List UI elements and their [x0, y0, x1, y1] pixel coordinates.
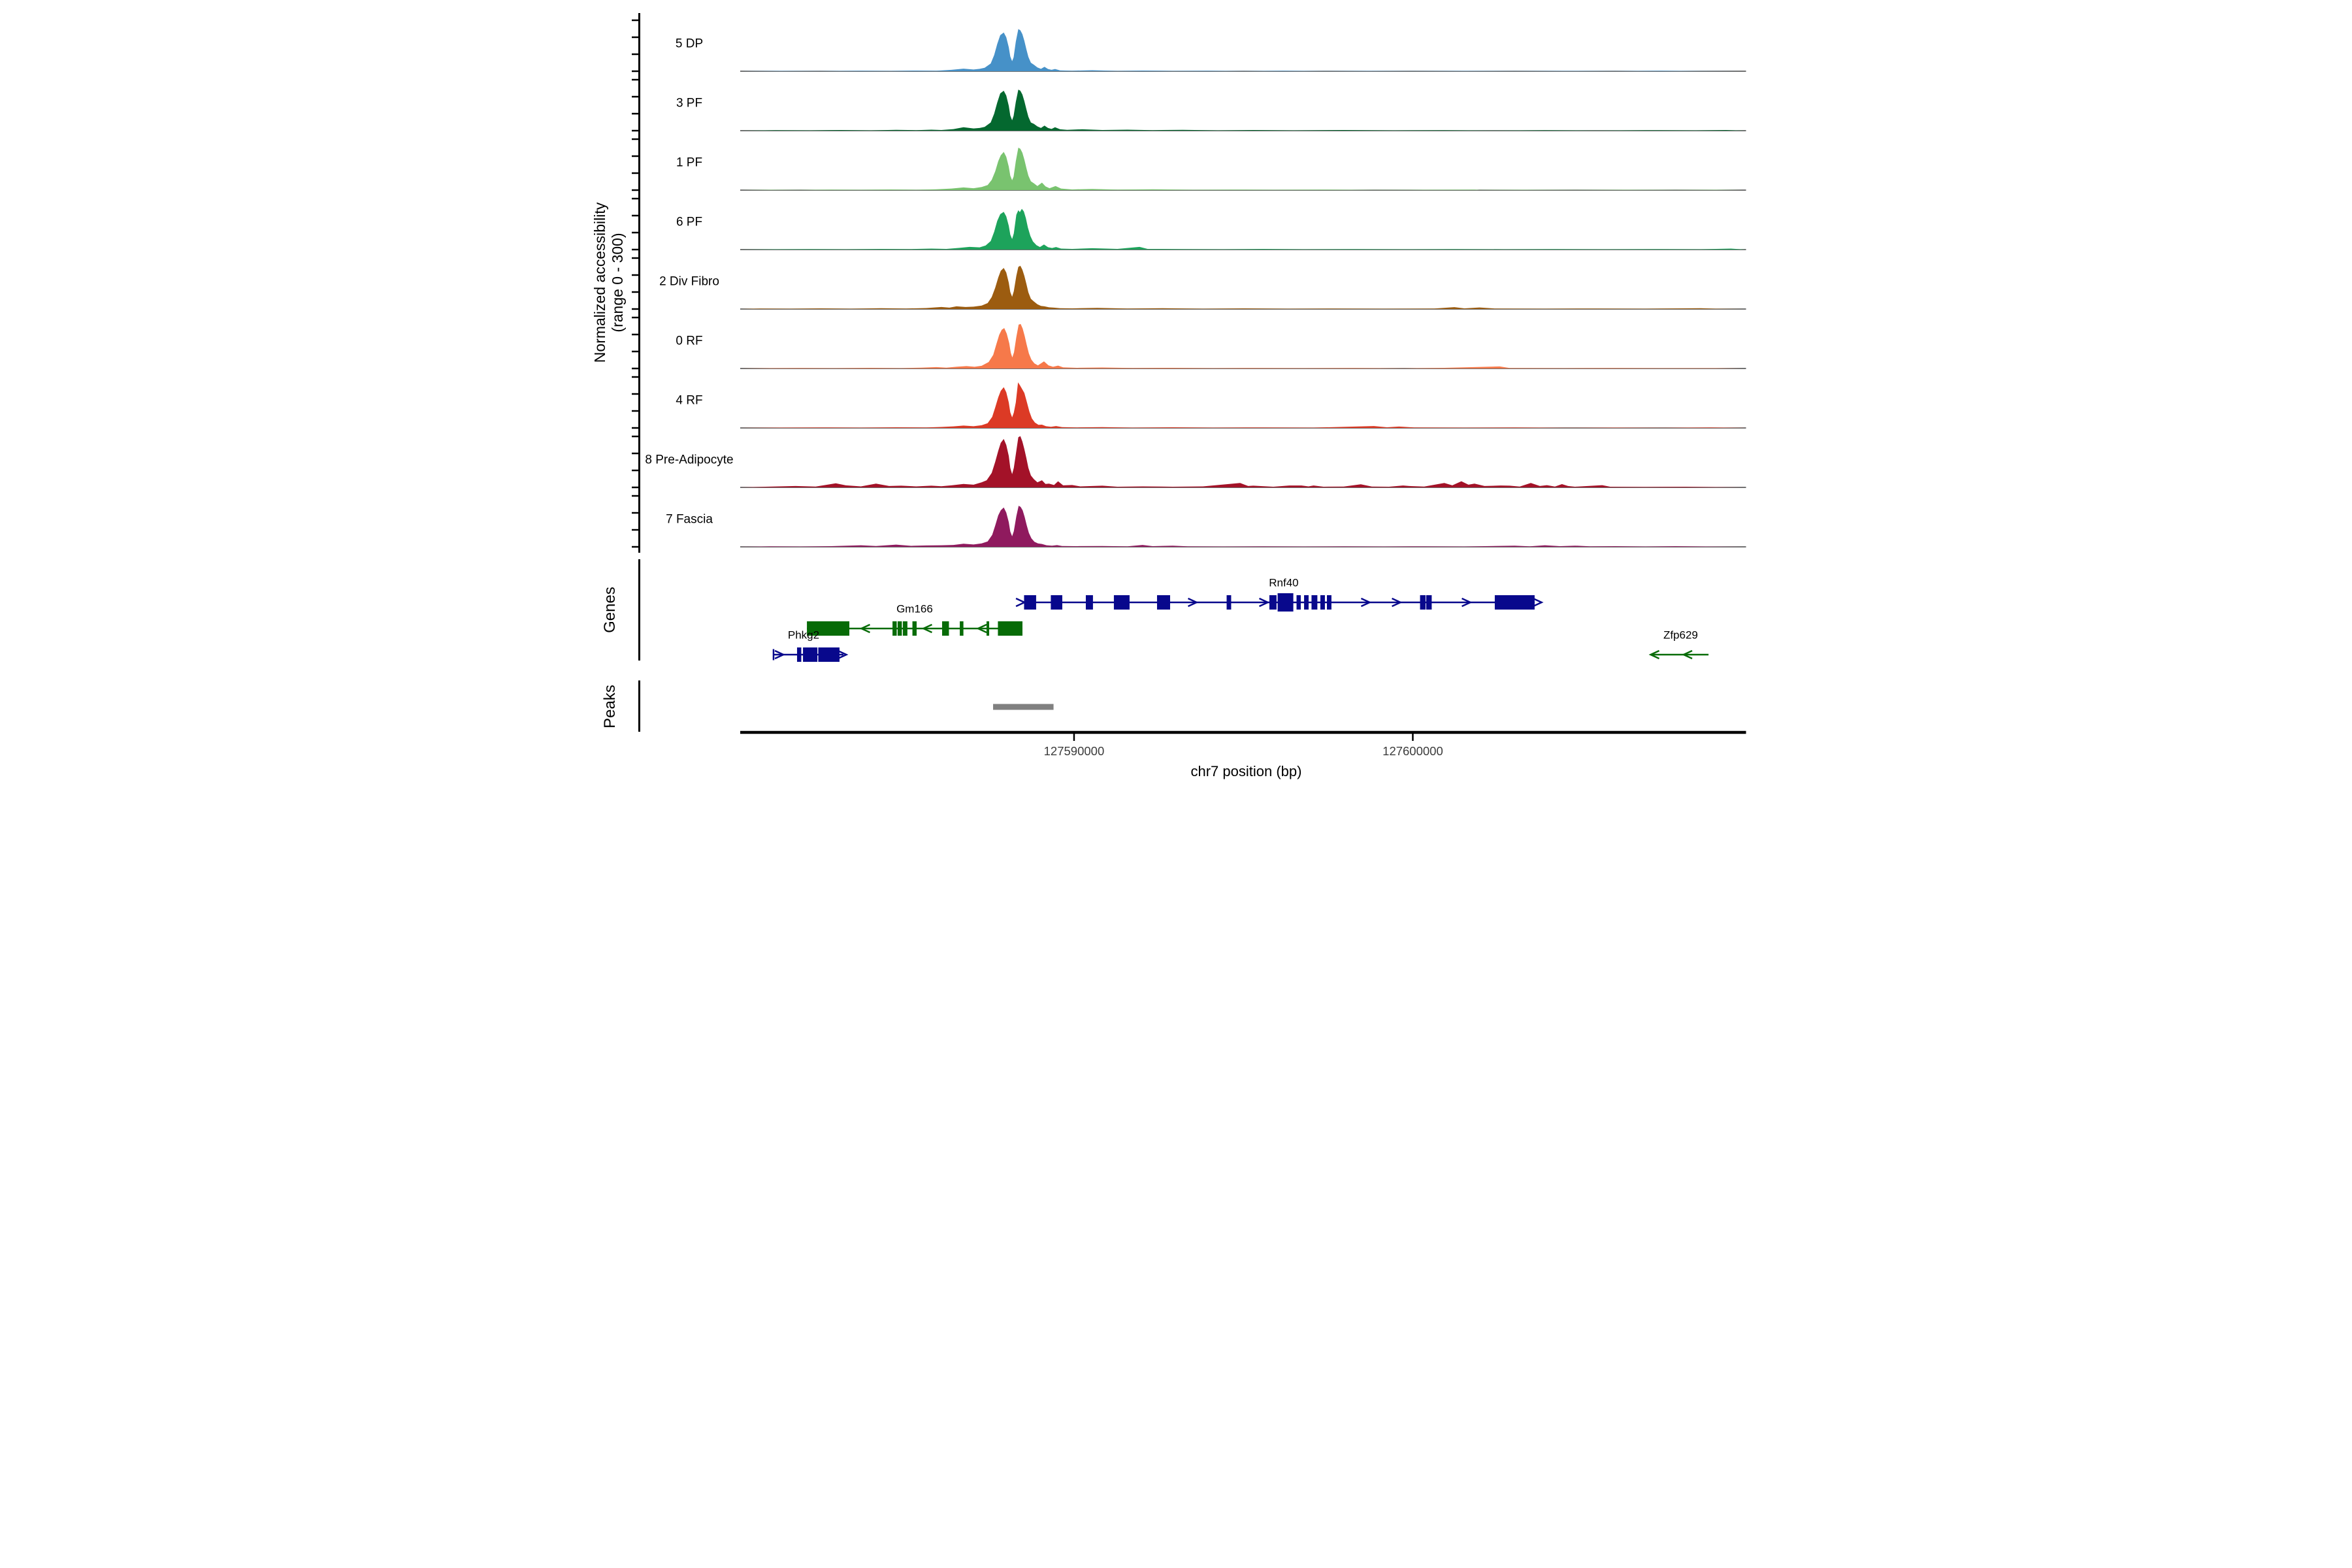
- track-signal-3-pf: [740, 90, 1746, 131]
- gene-exon: [1495, 595, 1535, 610]
- track-2-div-fibro: 2 Div Fibro: [632, 258, 1746, 309]
- gene-exon: [998, 621, 1022, 636]
- gene-exon: [1278, 593, 1294, 612]
- gene-models-panel: Rnf40 Gm166 Phkg2 Zfp629: [774, 577, 1708, 662]
- track-8-pre-adipocyte: 8 Pre-Adipocyte: [632, 436, 1746, 488]
- track-label-7-fascia: 7 Fascia: [666, 513, 713, 527]
- track-4-rf: 4 RF: [632, 377, 1746, 428]
- gene-exon: [903, 621, 907, 636]
- gene-label-zfp629: Zfp629: [1663, 629, 1698, 642]
- track-signal-4-rf: [740, 382, 1746, 428]
- gene-exon: [803, 647, 817, 662]
- track-label-6-pf: 6 PF: [676, 216, 702, 229]
- gene-exon: [1426, 595, 1431, 610]
- gene-rnf40: Rnf40: [1016, 577, 1541, 612]
- x-tick-label: 127600000: [1382, 744, 1443, 758]
- track-7-fascia: 7 Fascia: [632, 496, 1746, 547]
- peaks-section-label: Peaks: [601, 685, 619, 728]
- gene-exon: [1304, 595, 1309, 610]
- x-tick-label: 127590000: [1044, 744, 1105, 758]
- gene-exon: [1227, 595, 1232, 610]
- track-label-8-pre-adipocyte: 8 Pre-Adipocyte: [645, 453, 733, 467]
- gene-exon: [892, 621, 896, 636]
- gene-exon: [1311, 595, 1317, 610]
- y-axis-label-line2: (range 0 - 300): [609, 233, 626, 332]
- peaks-panel: [993, 704, 1054, 710]
- track-5-dp: 5 DP: [632, 20, 1746, 71]
- gene-exon: [797, 647, 801, 662]
- track-0-rf: 0 RF: [632, 318, 1746, 368]
- track-label-1-pf: 1 PF: [676, 156, 702, 170]
- track-label-4-rf: 4 RF: [676, 394, 702, 408]
- gene-label-phkg2: Phkg2: [788, 629, 819, 642]
- track-label-0-rf: 0 RF: [676, 335, 702, 348]
- track-signal-2-div-fibro: [740, 266, 1746, 309]
- track-3-pf: 3 PF: [632, 80, 1746, 131]
- strand-arrow-right-icon: [1016, 598, 1024, 606]
- track-label-3-pf: 3 PF: [676, 97, 702, 110]
- gene-exon: [1157, 595, 1170, 610]
- y-axis-label-line1: Normalized accessibility: [591, 202, 608, 363]
- gene-exon: [1051, 595, 1062, 610]
- gene-exon: [987, 621, 989, 636]
- gene-exon: [960, 621, 964, 636]
- x-axis-title: chr7 position (bp): [1191, 763, 1302, 779]
- track-signal-0-rf: [740, 324, 1746, 368]
- track-1-pf: 1 PF: [632, 139, 1746, 190]
- gene-exon: [1296, 595, 1300, 610]
- gene-exon: [898, 621, 902, 636]
- genes-section-label: Genes: [601, 587, 619, 633]
- gene-exon: [913, 621, 917, 636]
- gene-exon: [942, 621, 949, 636]
- track-signal-5-dp: [740, 29, 1746, 72]
- gene-exon: [1086, 595, 1093, 610]
- gene-exon: [1327, 595, 1331, 610]
- gene-exon: [818, 647, 839, 662]
- track-label-2-div-fibro: 2 Div Fibro: [659, 275, 719, 289]
- figure-canvas: Normalized accessibility (range 0 - 300)…: [588, 0, 1764, 784]
- track-signal-1-pf: [740, 148, 1746, 190]
- track-signal-6-pf: [740, 209, 1746, 250]
- track-6-pf: 6 PF: [632, 199, 1746, 250]
- gene-exon: [1320, 595, 1325, 610]
- gene-gm166: Gm166: [807, 603, 1022, 636]
- gene-exon: [1269, 595, 1277, 610]
- track-signal-8-pre-adipocyte: [740, 436, 1746, 488]
- peak-region-bar: [993, 704, 1054, 710]
- genome-browser-figure: Normalized accessibility (range 0 - 300)…: [588, 0, 1764, 784]
- gene-exon: [1420, 595, 1426, 610]
- gene-zfp629: Zfp629: [1651, 629, 1709, 659]
- x-axis-ticks: 127590000 127600000: [1044, 732, 1443, 758]
- gene-exon: [1114, 595, 1130, 610]
- accessibility-tracks-panel: 5 DP 3 PF 1 PF 6 PF 2 Div Fibro 0 RF 4 RF 8 Pre…: [632, 20, 1746, 547]
- gene-label-gm166: Gm166: [896, 603, 933, 615]
- gene-label-rnf40: Rnf40: [1269, 577, 1298, 589]
- track-label-5-dp: 5 DP: [676, 37, 703, 51]
- gene-exon: [1024, 595, 1036, 610]
- track-signal-7-fascia: [740, 506, 1746, 547]
